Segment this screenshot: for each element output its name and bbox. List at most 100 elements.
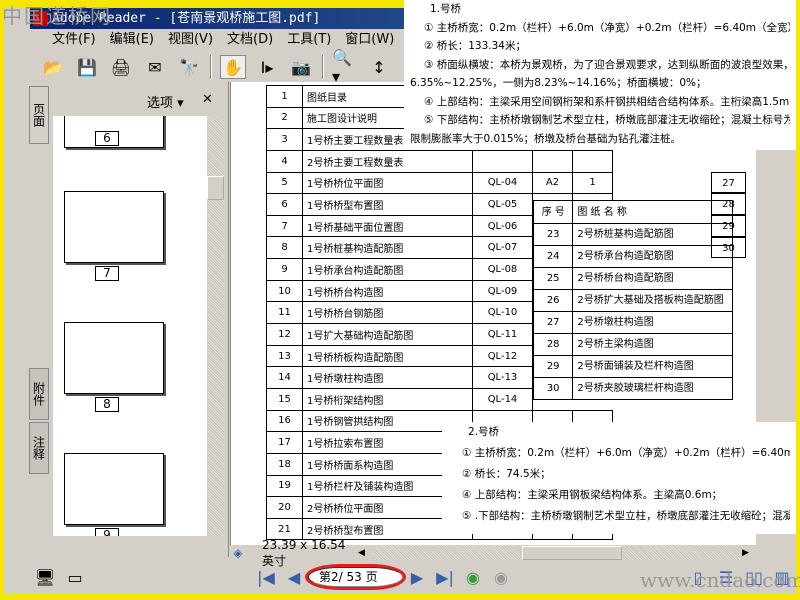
- table-cell: 12: [266, 323, 303, 346]
- document-icon[interactable]: ▭: [60, 568, 90, 587]
- table-cell: 2号桥夹胶玻璃栏杆构造图: [572, 377, 733, 400]
- monitor-icon[interactable]: 🖥: [30, 568, 60, 587]
- panel-close-button[interactable]: ✕: [202, 92, 213, 107]
- page-number-label: 6: [95, 131, 119, 146]
- fit-page-icon[interactable]: ↕: [366, 55, 392, 79]
- page-number-field[interactable]: 第2/ 53 页: [308, 567, 403, 587]
- table-cell: QL-11: [472, 323, 533, 346]
- open-icon[interactable]: 📂: [40, 55, 66, 79]
- last-page-button[interactable]: ▶|: [431, 568, 459, 587]
- table-cell: QL-05: [472, 193, 533, 216]
- table-cell: 23: [532, 223, 574, 246]
- table-cell: 27: [532, 311, 574, 334]
- table-row: 24 2号桥承台构造配筋图: [532, 245, 733, 268]
- table-cell: 1号桥桥板构造配筋图: [302, 344, 473, 368]
- note-line: ② 桥长：74.5米；: [462, 468, 551, 480]
- table-row: 25 2号桥桥台构造配筋图: [532, 267, 733, 290]
- first-page-button[interactable]: |◀: [252, 568, 280, 587]
- save-icon[interactable]: 💾: [74, 55, 100, 79]
- panel-options-button[interactable]: 选项 ▾: [147, 92, 184, 111]
- table-cell: 1: [266, 85, 303, 108]
- tab-attachments[interactable]: 附件: [29, 368, 49, 420]
- note-line: ③ 桥面纵横坡：本桥为景观桥，为了迎合景观要求，达到纵断面的波浪型效果，桥面纵坡…: [424, 58, 790, 71]
- table-cell: [472, 149, 533, 173]
- table-cell: 16: [266, 409, 303, 433]
- table-cell: 28: [532, 333, 574, 356]
- scroll-left-button[interactable]: ◀: [358, 548, 372, 558]
- table-cell: 17: [266, 431, 303, 454]
- next-page-button[interactable]: ▶: [403, 568, 431, 587]
- search-icon[interactable]: 🔭: [176, 55, 202, 79]
- menu-edit[interactable]: 编辑(E): [110, 29, 154, 51]
- table-cell: QL-12: [472, 344, 533, 368]
- note-line: ② 桥长：133.34米；: [424, 40, 526, 52]
- table-cell: 19: [266, 474, 303, 498]
- table-cell: 1号桥桥位平面图: [302, 171, 473, 195]
- table-cell: QL-08: [472, 258, 533, 281]
- go-back-icon[interactable]: ◉: [459, 568, 487, 587]
- table-row: 26 2号桥扩大基础及搭板构造配筋图: [532, 289, 733, 312]
- tab-comments[interactable]: 注释: [29, 422, 49, 474]
- table-cell: 1号桥墩柱构造图: [302, 366, 473, 389]
- table-cell: 1号桥桥台钢筋图: [302, 301, 473, 325]
- drawing-index-table-2: 序 号图 纸 名 称 23 2号桥桩基构造配筋图 24 2号桥承台构造配筋图 25 2号桥桥…: [532, 200, 733, 400]
- table-row: 23 2号桥桩基构造配筋图: [532, 223, 733, 246]
- table-cell: [572, 149, 613, 173]
- scroll-thumb[interactable]: [207, 176, 224, 200]
- scroll-right-button[interactable]: ▶: [742, 548, 756, 558]
- snapshot-icon[interactable]: 📷: [288, 55, 314, 79]
- table-cell: A2: [532, 171, 573, 195]
- bridge2-notes: 2.号桥 ① 主桥桥宽：0.2m（栏杆）+6.0m（净宽）+0.2m（栏杆）=6.…: [442, 422, 796, 534]
- menu-tools[interactable]: 工具(T): [287, 29, 331, 51]
- table-cell: 2号桥桩基构造配筋图: [572, 223, 733, 246]
- page-thumbnail[interactable]: [64, 322, 164, 394]
- previous-page-button[interactable]: ◀: [280, 568, 308, 587]
- table-cell: 24: [532, 245, 574, 268]
- tab-pages[interactable]: 页面: [29, 86, 49, 144]
- overlay-table-box: 序 号图 纸 名 称 23 2号桥桩基构造配筋图 24 2号桥承台构造配筋图 25 2号桥桥…: [532, 200, 733, 410]
- watermark: www.cndao.com: [640, 568, 800, 592]
- table-cell: 4: [266, 149, 303, 173]
- menu-file[interactable]: 文件(F): [52, 29, 96, 51]
- note-line: ① 主桥桥宽：0.2m（栏杆）+6.0m（净宽）+0.2m（栏杆）=6.40m（…: [462, 447, 790, 459]
- note-line: 2.号桥: [468, 426, 500, 438]
- table-cell: QL-04: [472, 171, 533, 195]
- table-cell: 25: [532, 267, 574, 290]
- table-cell: 1号桥承台构造配筋图: [302, 258, 473, 281]
- hand-icon[interactable]: ✋: [220, 55, 246, 79]
- table-cell: 14: [266, 366, 303, 389]
- horizontal-scrollbar[interactable]: [372, 546, 742, 560]
- column-header: 图 纸 名 称: [572, 200, 733, 224]
- table-cell: 13: [266, 344, 303, 368]
- horizontal-scrollbar-area: ◈ 23.39 x 16.54 英寸 ◀ ▶: [230, 538, 756, 568]
- table-cell: 2: [266, 106, 303, 130]
- table-cell: 2号桥桥台构造配筋图: [572, 267, 733, 290]
- page-number-label: 7: [95, 266, 119, 281]
- adobe-reader-window: Adobe Reader - [苍南景观桥施工图.pdf] 文件(F) 编辑(E…: [4, 0, 796, 594]
- toolbar-separator: [210, 55, 212, 79]
- thumbnail-scrollbar[interactable]: [207, 116, 224, 536]
- page-thumbnail[interactable]: [64, 191, 164, 263]
- scroll-thumb[interactable]: [522, 546, 622, 560]
- watermark: 中国道桥网: [2, 4, 112, 28]
- table-cell: 26: [532, 289, 574, 312]
- email-icon[interactable]: ✉: [142, 55, 168, 79]
- select-text-icon[interactable]: I▸: [254, 55, 280, 79]
- table-cell: [613, 172, 663, 194]
- split-icon[interactable]: ◈: [230, 546, 246, 560]
- table-cell: 30: [532, 377, 574, 400]
- go-forward-icon[interactable]: ◉: [487, 568, 515, 587]
- table-row: 5 1号桥桥位平面图 QL-04 A2 1: [266, 171, 663, 195]
- column-header: 序 号: [532, 200, 574, 224]
- menu-document[interactable]: 文档(D): [227, 29, 273, 51]
- zoom-in-icon[interactable]: 🔍▾: [332, 48, 358, 86]
- page-thumbnail[interactable]: [64, 453, 164, 525]
- table-cell: [532, 149, 573, 173]
- table-cell: 2号桥墩柱构造图: [572, 311, 733, 334]
- print-icon[interactable]: 🖨: [108, 55, 134, 79]
- table-row: 27 2号桥墩柱构造图: [532, 311, 733, 334]
- table-cell: QL-10: [472, 301, 533, 325]
- note-line: ⑤ 下部结构：主桥桥墩钢制艺术型立柱，桥墩底部灌注无收缩砼；混凝土标号为C30，…: [424, 114, 790, 126]
- menu-view[interactable]: 视图(V): [168, 29, 213, 51]
- pages-panel: 选项 ▾ ✕ 页面 附件 注释 6 7 8 9: [27, 82, 229, 557]
